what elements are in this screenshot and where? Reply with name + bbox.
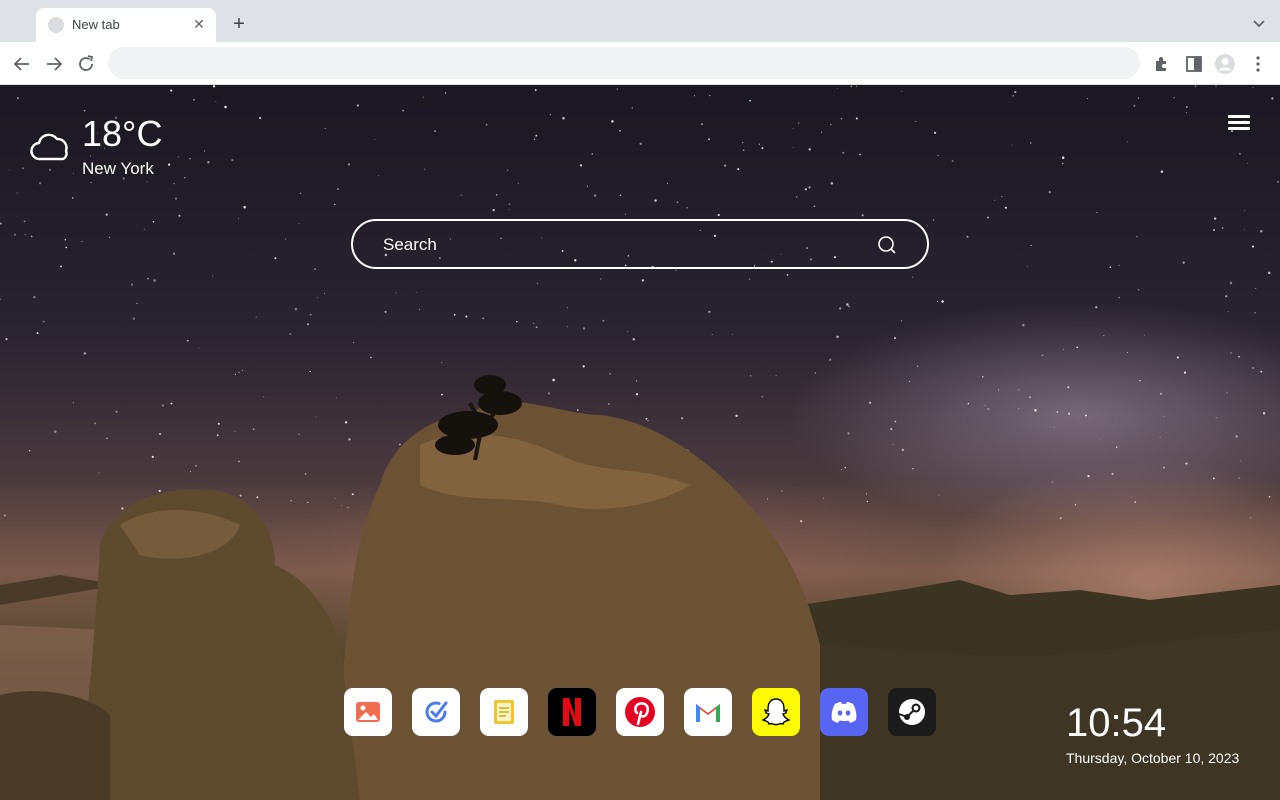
- app-tasks[interactable]: [412, 688, 460, 736]
- globe-icon: [48, 17, 64, 33]
- tab-title: New tab: [72, 17, 120, 32]
- clock-time: 10:54: [1066, 701, 1167, 745]
- pinterest-icon: [625, 697, 655, 727]
- steam-icon: [898, 699, 925, 725]
- cloud-icon: [30, 133, 68, 161]
- back-icon[interactable]: [10, 52, 34, 76]
- close-icon[interactable]: ✕: [190, 15, 208, 33]
- app-steam[interactable]: [888, 688, 936, 736]
- hamburger-menu-icon[interactable]: [1228, 115, 1250, 135]
- extensions-icon[interactable]: [1151, 53, 1173, 75]
- netflix-icon: [563, 698, 581, 726]
- weather-temperature: 18°C: [82, 113, 163, 154]
- new-tab-page: 18°C New York Search 10:54 Thursday, Oct…: [0, 85, 1280, 800]
- search-input[interactable]: [381, 221, 865, 269]
- search-box[interactable]: [351, 219, 929, 269]
- clock-date: Thursday, October 10, 2023: [1066, 750, 1240, 766]
- weather-city: New York: [82, 159, 154, 178]
- discord-icon: [831, 702, 857, 723]
- side-panel-icon[interactable]: [1183, 53, 1205, 75]
- browser-toolbar: [0, 42, 1280, 85]
- app-pinterest[interactable]: [616, 688, 664, 736]
- chevron-down-icon[interactable]: [1250, 14, 1268, 32]
- tab-strip: New tab ✕ +: [0, 0, 1280, 42]
- app-netflix[interactable]: [548, 688, 596, 736]
- reload-icon[interactable]: [74, 52, 98, 76]
- search-icon[interactable]: [877, 235, 897, 255]
- app-gmail[interactable]: [684, 688, 732, 736]
- new-tab-button[interactable]: +: [228, 13, 250, 35]
- kebab-menu-icon[interactable]: [1247, 53, 1269, 75]
- app-discord[interactable]: [820, 688, 868, 736]
- snapchat-icon: [761, 698, 791, 726]
- app-photos[interactable]: [344, 688, 392, 736]
- tab-new-tab[interactable]: New tab ✕: [36, 8, 216, 42]
- gmail-icon: [696, 704, 720, 722]
- app-snapchat[interactable]: [752, 688, 800, 736]
- check-icon: [425, 701, 448, 723]
- address-bar[interactable]: [108, 47, 1140, 79]
- app-notes[interactable]: [480, 688, 528, 736]
- profile-avatar-icon[interactable]: [1214, 53, 1236, 75]
- image-icon: [356, 702, 380, 722]
- forward-icon[interactable]: [42, 52, 66, 76]
- note-icon: [494, 700, 514, 724]
